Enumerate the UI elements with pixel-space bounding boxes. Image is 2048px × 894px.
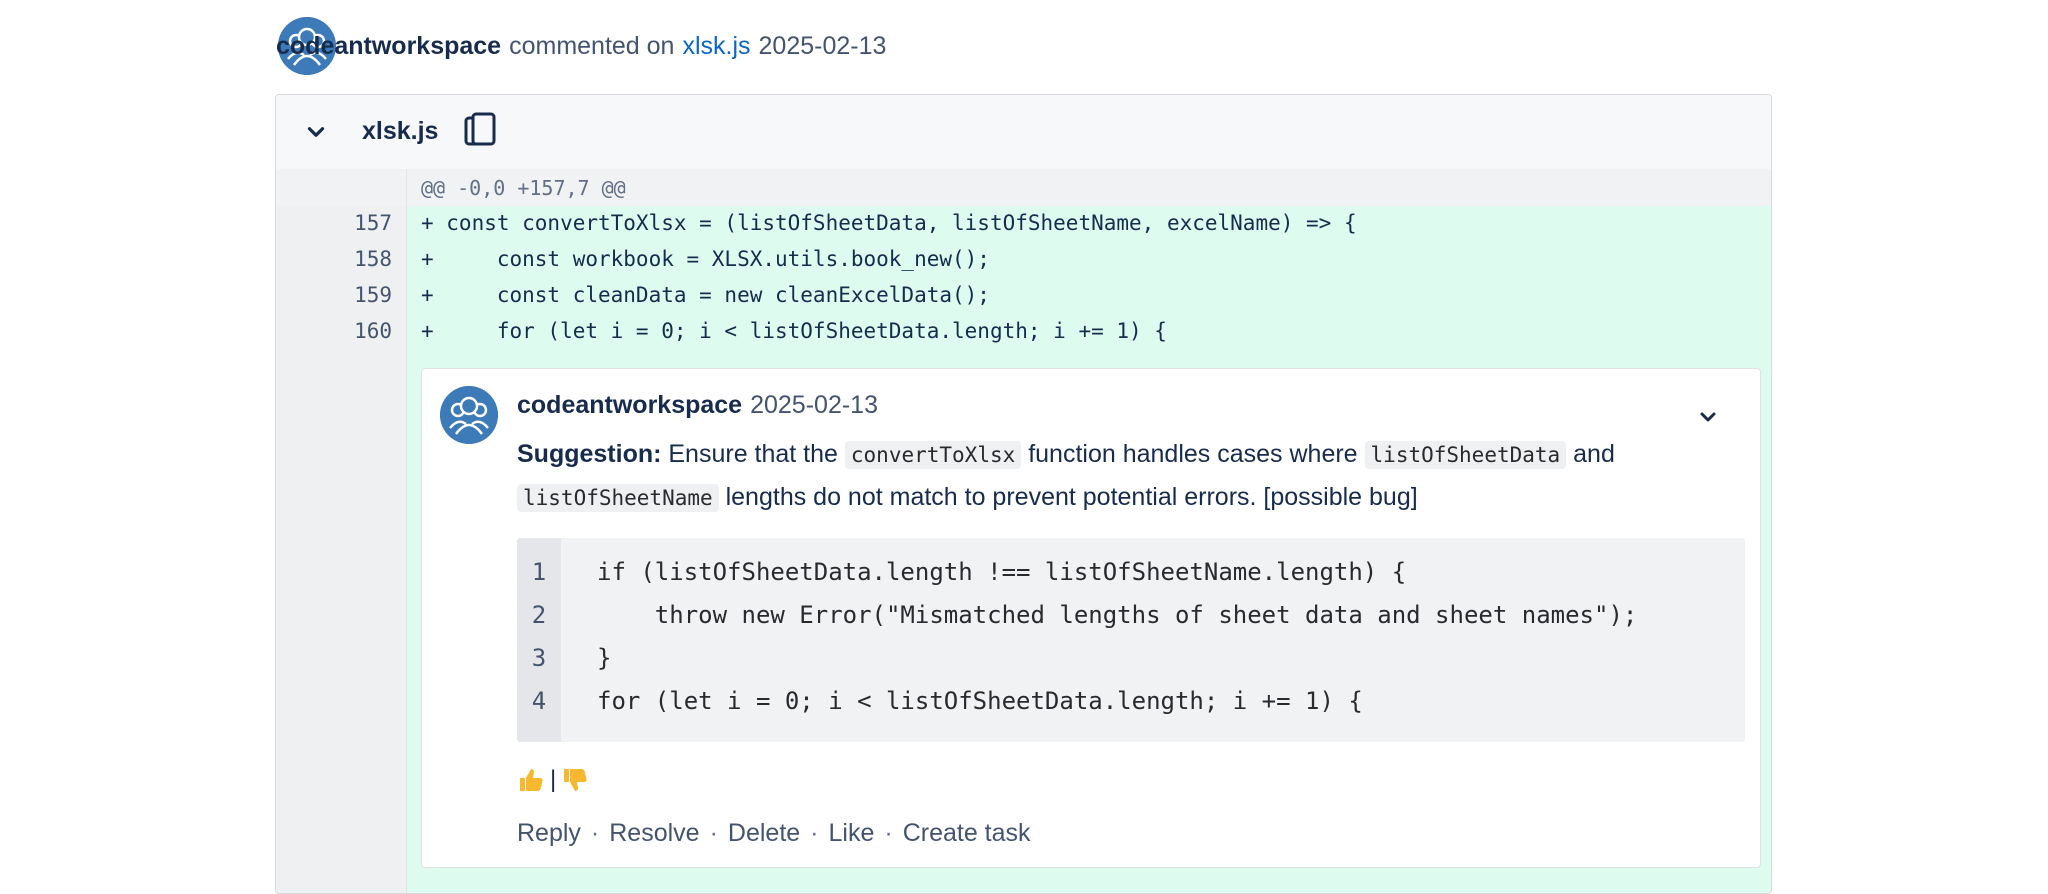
line-number: 158 [354,247,392,271]
snippet-code: if (listOfSheetData.length !== listOfShe… [597,558,1407,586]
comment-text: Ensure that the [661,440,845,468]
delete-link[interactable]: Delete [728,819,800,848]
snippet-line-number: 3 [531,644,547,672]
file-name: xlsk.js [362,117,439,145]
comment-text: and [1566,440,1615,468]
action-separator: · [709,819,718,847]
action-separator: · [884,819,893,847]
comment-actions: Reply · Resolve · Delete · Like · Create… [517,819,1031,848]
chevron-down-icon[interactable] [1696,405,1720,429]
snippet-line-number: 1 [531,558,547,586]
reply-link[interactable]: Reply [517,819,581,848]
like-link[interactable]: Like [829,819,875,848]
comment-body-line-1: Suggestion: Ensure that the convertToXls… [517,433,1717,477]
snippet-code: throw new Error("Mismatched lengths of s… [597,601,1638,629]
comment-text: lengths do not match to prevent potentia… [718,483,1418,511]
comment-author[interactable]: codeantworkspace [517,391,742,419]
line-number: 157 [354,211,392,235]
create-task-link[interactable]: Create task [903,819,1031,848]
line-code: + const cleanData = new cleanExcelData()… [421,283,990,307]
snippet-code: for (let i = 0; i < listOfSheetData.leng… [597,687,1363,715]
thumbs-down-icon[interactable] [561,766,589,794]
inline-code: listOfSheetData [1364,441,1567,469]
file-header: xlsk.js [276,95,1771,170]
inline-code: listOfSheetName [517,484,719,512]
chevron-down-icon[interactable] [303,119,329,145]
reaction-separator: | [550,766,557,793]
resolve-link[interactable]: Resolve [609,819,699,848]
snippet-line: 3 } [517,636,1745,679]
code-snippet: 1 if (listOfSheetData.length !== listOfS… [517,538,1745,742]
inline-comment: codeantworkspace 2025-02-13 Suggestion: E… [421,368,1761,868]
file-link[interactable]: xlsk.js [682,32,750,61]
inline-code: convertToXlsx [844,441,1022,469]
reactions: | [517,766,589,794]
snippet-code: } [597,644,612,672]
snippet-line: 2 throw new Error("Mismatched lengths of… [517,593,1745,636]
snippet-line: 1 if (listOfSheetData.length !== listOfS… [517,550,1745,593]
diff-line: 160 + for (let i = 0; i < listOfSheetDat… [276,314,1771,350]
line-number: 160 [354,319,392,343]
line-code: + for (let i = 0; i < listOfSheetData.le… [421,319,1167,343]
comment-date: 2025-02-13 [758,31,887,60]
comment-header: codeantworkspace 2025-02-13 [517,391,878,420]
copy-icon[interactable] [464,112,498,150]
snippet-line-number: 4 [531,687,547,715]
action-separator: · [590,819,600,847]
diff-line: 159 + const cleanData = new cleanExcelDa… [276,278,1771,314]
comment-text: function handles cases where [1021,440,1365,468]
diff-line: 157 + const convertToXlsx = (listOfSheet… [276,206,1771,242]
comment-body-line-2: listOfSheetName lengths do not match to … [517,476,1717,520]
comment-date: 2025-02-13 [750,391,878,419]
avatar[interactable] [440,386,498,444]
line-code: + const convertToXlsx = (listOfSheetData… [421,211,1357,235]
snippet-line: 4 for (let i = 0; i < listOfSheetData.le… [517,679,1745,722]
comment-author[interactable]: codeantworkspace [276,32,501,61]
thumbs-up-icon[interactable] [517,766,545,794]
action-separator: · [810,819,819,847]
comment-summary: codeantworkspace commented on xlsk.js 20… [276,29,886,63]
line-number: 159 [354,283,392,307]
comment-action: commented on [509,31,675,60]
suggestion-label: Suggestion: [517,440,662,468]
snippet-line-number: 2 [531,601,547,629]
hunk-header-text: @@ -0,0 +157,7 @@ [421,176,626,200]
hunk-header: @@ -0,0 +157,7 @@ [276,169,1771,207]
line-code: + const workbook = XLSX.utils.book_new()… [421,247,990,271]
diff-line: 158 + const workbook = XLSX.utils.book_n… [276,242,1771,278]
